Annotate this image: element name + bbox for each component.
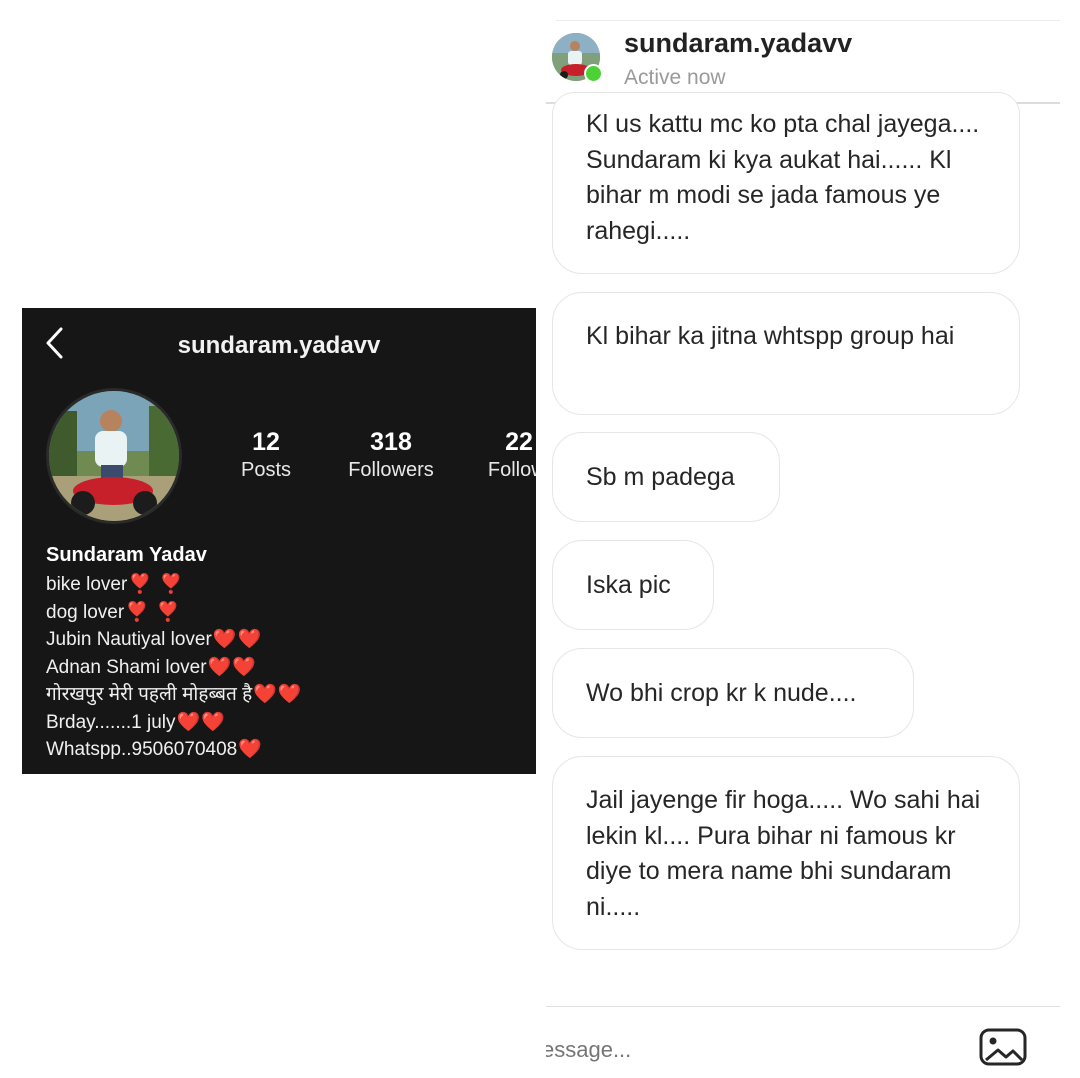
following-label: Followi bbox=[487, 459, 536, 481]
posts-label: Posts bbox=[240, 459, 292, 481]
bio-line: bike lover❣️ ❣️ bbox=[46, 574, 184, 595]
profile-bio: Sundaram Yadav bike lover❣️ ❣️ dog lover… bbox=[46, 544, 526, 764]
dm-active-status: Active now bbox=[624, 66, 726, 89]
message-bubble[interactable]: Jail jayenge fir hoga..... Wo sahi hai l… bbox=[552, 756, 1020, 950]
stat-posts[interactable]: 12 Posts bbox=[234, 428, 298, 482]
heart-emoji: ❤️❤️ bbox=[207, 656, 257, 678]
image-gallery-icon[interactable] bbox=[978, 1027, 1028, 1067]
profile-username: sundaram.yadavv bbox=[177, 332, 381, 359]
stat-following[interactable]: 22 Followi bbox=[464, 428, 536, 482]
heart-emoji: ❤️❤️ bbox=[212, 629, 263, 650]
message-input[interactable] bbox=[546, 1037, 846, 1063]
bio-line: Adnan Shami lover❤️❤️ bbox=[46, 656, 257, 678]
heart-emoji: ❤️❤️ bbox=[253, 684, 303, 705]
message-bubble[interactable]: Kl us kattu mc ko pta chal jayega.... Su… bbox=[552, 92, 1020, 274]
message-composer bbox=[546, 1006, 1060, 1078]
message-bubble[interactable]: Sb m padega bbox=[552, 432, 780, 522]
bio-line: dog lover❣️ ❣️ bbox=[46, 601, 181, 623]
dm-username[interactable]: sundaram.yadavv bbox=[624, 28, 852, 59]
heart-emoji: ❣️ ❣️ bbox=[128, 574, 184, 595]
posts-count: 12 bbox=[252, 428, 280, 456]
divider bbox=[556, 20, 1060, 21]
profile-screenshot: sundaram.yadavv 12 Posts 318 Followers 2… bbox=[22, 308, 536, 774]
followers-count: 318 bbox=[370, 428, 412, 456]
followers-label: Followers bbox=[348, 459, 434, 481]
message-bubble[interactable]: Kl bihar ka jitna whtspp group hai bbox=[552, 292, 1020, 415]
heart-emoji: ❣️ ❣️ bbox=[125, 601, 181, 623]
online-indicator bbox=[584, 64, 603, 83]
following-count: 22 bbox=[505, 428, 533, 456]
bio-name: Sundaram Yadav bbox=[46, 544, 207, 566]
message-bubble[interactable]: Iska pic bbox=[552, 540, 714, 630]
bio-line: Jubin Nautiyal lover❤️❤️ bbox=[46, 629, 263, 650]
bio-line: Brday.......1 july❤️❤️ bbox=[46, 711, 226, 733]
profile-avatar[interactable] bbox=[46, 388, 182, 524]
bio-line: गोरखपुर मेरी पहली मोहब्बत है❤️❤️ bbox=[46, 684, 303, 705]
stat-followers[interactable]: 318 Followers bbox=[340, 428, 442, 482]
bio-line[interactable]: Whatspp..9506070408❤️ bbox=[46, 736, 526, 764]
heart-emoji: ❤️❤️ bbox=[176, 711, 226, 733]
heart-emoji: ❤️ bbox=[238, 739, 263, 760]
message-bubble[interactable]: Wo bhi crop kr k nude.... bbox=[552, 648, 914, 738]
